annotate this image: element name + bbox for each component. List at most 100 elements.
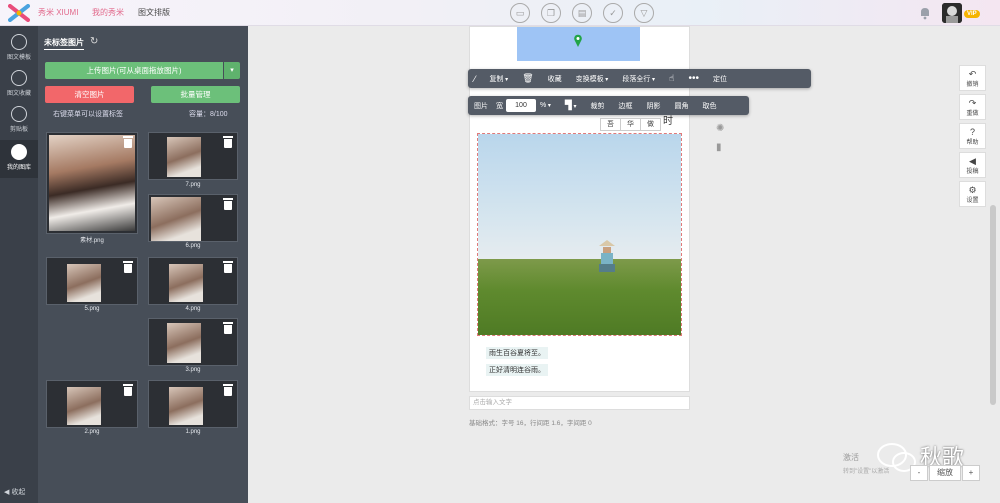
check-icon[interactable]: ✓ — [603, 3, 623, 23]
tea-field-photo[interactable] — [477, 133, 682, 336]
farmer-figure — [599, 240, 615, 272]
trash-icon[interactable] — [123, 136, 133, 148]
zoom-in-button[interactable]: + — [962, 465, 980, 481]
undo-icon: ↶ — [968, 69, 977, 79]
crop-button[interactable]: 裁剪 — [591, 101, 605, 111]
triangle-icon[interactable]: ▽ — [634, 3, 654, 23]
help-icon: ? — [969, 127, 975, 137]
nav-my-gallery[interactable]: 我的图库 — [0, 140, 38, 178]
gallery-icon — [11, 144, 27, 160]
nav-clipboard[interactable]: 剪贴板 — [0, 102, 38, 138]
bell-icon[interactable] — [918, 6, 932, 20]
width-label: 宽 — [496, 102, 503, 110]
undo-label: 撤销 — [966, 82, 979, 88]
trash-icon[interactable] — [123, 384, 133, 396]
tab-untagged-images[interactable]: 未标签图片 — [44, 37, 84, 50]
text-cell[interactable]: 时 — [663, 112, 673, 127]
nav-label: 图文模板 — [6, 55, 31, 61]
user-avatar[interactable] — [942, 3, 962, 23]
pick-color-button[interactable]: 取色 — [703, 101, 717, 111]
text-input[interactable]: 点击输入文字 — [469, 396, 690, 410]
more-icon[interactable]: ••• — [689, 73, 700, 84]
thumbnail-caption: 6.png — [185, 243, 201, 249]
copy-icon[interactable]: ❐ — [541, 3, 561, 23]
change-template-menu[interactable]: 变换模板 — [576, 74, 609, 84]
radius-button[interactable]: 圆角 — [675, 101, 689, 111]
settings-label: 设置 — [966, 198, 979, 204]
upload-image-button[interactable]: 上传图片(可从桌面拖放图片) — [45, 62, 223, 79]
thumbnail-3[interactable] — [148, 318, 238, 366]
clear-images-button[interactable]: 清空图片 — [45, 86, 134, 103]
undo-button[interactable]: ↶ 撤销 — [959, 65, 986, 91]
settings-button[interactable]: ⚙ 设置 — [959, 181, 986, 207]
thumbnail-7[interactable] — [148, 132, 238, 180]
shadow-button[interactable]: 阴影 — [647, 101, 661, 111]
magic-wand-icon[interactable]: ⁄ — [474, 74, 476, 84]
photo-field — [478, 259, 681, 335]
collapse-label: 收起 — [11, 489, 26, 496]
block-toolbar: ⁄ 复制 🗑 收藏 变换模板 段落全行 ☝ ••• 定位 — [468, 69, 811, 88]
copy-menu[interactable]: 复制 — [490, 74, 509, 84]
collapse-button[interactable]: ◀ 收起 — [4, 487, 25, 497]
submit-button[interactable]: ◀ 投稿 — [959, 152, 986, 178]
thumbnail-6[interactable] — [148, 194, 238, 242]
style-info: 基础格式：字号 16，行间距 1.6，字间距 0 — [469, 420, 592, 427]
thumbnail-caption: 2.png — [84, 429, 100, 435]
caption-line[interactable]: 正好清明连谷雨。 — [486, 364, 548, 376]
folder-icon[interactable]: ▭ — [510, 3, 530, 23]
vertical-scrollbar[interactable] — [990, 205, 996, 405]
nav-favorites[interactable]: 图文收藏 — [0, 66, 38, 102]
thumbnail-1[interactable] — [148, 380, 238, 428]
nav-my-xiumi[interactable]: 我的秀米 — [92, 7, 124, 18]
thumbnail-4[interactable] — [148, 257, 238, 305]
upload-dropdown-chevron-down-icon[interactable]: ▾ — [224, 62, 240, 79]
batch-manage-button[interactable]: 批量管理 — [151, 86, 240, 103]
zoom-label[interactable]: 缩放 — [929, 465, 961, 481]
trash-icon[interactable] — [223, 136, 233, 148]
redo-button[interactable]: ↷ 重做 — [959, 94, 986, 120]
nav-layout[interactable]: 图文排版 — [138, 7, 170, 18]
template-icon — [11, 34, 27, 50]
brand-link[interactable]: 秀米 XIUMI — [38, 7, 78, 18]
thumbnail-caption: 7.png — [185, 182, 201, 188]
text-cell[interactable]: 华 — [620, 118, 641, 131]
border-button[interactable]: 边框 — [619, 101, 633, 111]
nav-label: 我的图库 — [6, 165, 31, 171]
image-label: 图片 — [474, 102, 488, 110]
width-input[interactable]: 100 — [506, 99, 536, 112]
favorites-icon — [11, 70, 27, 86]
caption-line[interactable]: 雨生百谷夏将至。 — [486, 347, 548, 359]
trash-icon[interactable] — [223, 322, 233, 334]
thumbnail-5[interactable] — [46, 257, 138, 305]
trash-icon[interactable] — [223, 261, 233, 273]
thumbnail-caption: 3.png — [185, 367, 201, 373]
position-button[interactable]: 定位 — [713, 74, 727, 84]
nav-label: 图文收藏 — [6, 91, 31, 97]
settings-gear-icon[interactable]: ✺ — [716, 123, 724, 134]
bar-chart-icon[interactable]: ▮ — [716, 142, 722, 153]
thumbnail-素材[interactable] — [46, 132, 138, 234]
thumbnail-caption: 5.png — [84, 306, 100, 312]
thumbnail-2[interactable] — [46, 380, 138, 428]
vip-badge: VIP — [964, 10, 980, 18]
trash-icon[interactable] — [123, 261, 133, 273]
pointer-icon[interactable]: ☝ — [669, 73, 674, 84]
location-pin-icon — [574, 34, 582, 47]
help-button[interactable]: ? 帮助 — [959, 123, 986, 149]
percent-unit-select[interactable]: % — [540, 102, 551, 109]
paragraph-full-menu[interactable]: 段落全行 — [622, 74, 655, 84]
print-icon[interactable]: ▤ — [572, 3, 592, 23]
refresh-icon[interactable]: ↻ — [90, 36, 98, 47]
trash-icon[interactable] — [223, 198, 233, 210]
thumbnail-caption: 素材.png — [80, 238, 104, 244]
paint-roller-icon[interactable]: ▜ — [565, 100, 577, 111]
delete-icon[interactable]: 🗑 — [522, 73, 533, 84]
zoom-out-button[interactable]: - — [910, 465, 928, 481]
favorite-button[interactable]: 收藏 — [548, 74, 562, 84]
trash-icon[interactable] — [223, 384, 233, 396]
nav-template[interactable]: 图文模板 — [0, 30, 38, 66]
text-cell[interactable]: 做 — [640, 118, 661, 131]
text-cell[interactable]: 吾 — [600, 118, 621, 131]
xiumi-logo-icon[interactable] — [8, 4, 30, 22]
redo-label: 重做 — [966, 111, 979, 117]
